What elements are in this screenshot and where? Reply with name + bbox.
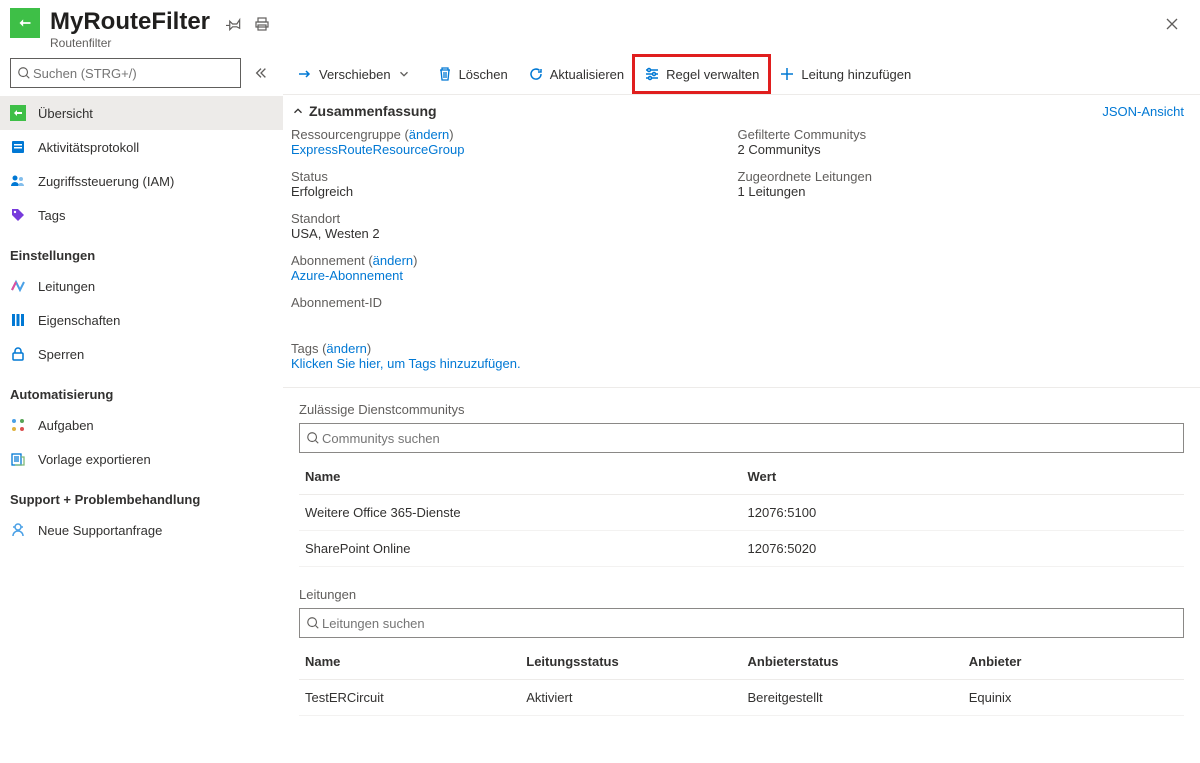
sidebar-item-label: Leitungen	[38, 279, 95, 294]
tasks-icon	[10, 417, 26, 433]
properties-icon	[10, 312, 26, 328]
tags-icon	[10, 207, 26, 223]
associated-circuits-value: 1 Leitungen	[738, 184, 1185, 199]
summary-title: Zusammenfassung	[309, 103, 437, 119]
close-button[interactable]	[1160, 12, 1184, 36]
activity-log-icon	[10, 139, 26, 155]
lock-icon	[10, 346, 26, 362]
resource-type-icon	[10, 8, 40, 38]
circuits-table: Name Leitungsstatus Anbieterstatus Anbie…	[299, 644, 1184, 716]
col-provider[interactable]: Anbieter	[963, 644, 1184, 680]
collapse-summary-button[interactable]	[291, 104, 305, 118]
support-icon	[10, 522, 26, 538]
table-row[interactable]: SharePoint Online12076:5020	[299, 531, 1184, 567]
sidebar-item-label: Aufgaben	[38, 418, 94, 433]
sidebar-item-label: Tags	[38, 208, 65, 223]
delete-icon	[437, 66, 453, 82]
sidebar: Übersicht Aktivitätsprotokoll Zugriffsst…	[0, 52, 283, 763]
change-subscription-link[interactable]: ändern	[373, 253, 413, 268]
sidebar-item-tasks[interactable]: Aufgaben	[0, 408, 283, 442]
sidebar-search[interactable]	[10, 58, 241, 88]
sidebar-item-label: Neue Supportanfrage	[38, 523, 162, 538]
overview-icon	[10, 105, 26, 121]
refresh-icon	[528, 66, 544, 82]
move-icon	[297, 66, 313, 82]
sidebar-item-label: Übersicht	[38, 106, 93, 121]
print-button[interactable]	[250, 12, 274, 36]
sidebar-item-label: Eigenschaften	[38, 313, 120, 328]
col-provider-status[interactable]: Anbieterstatus	[742, 644, 963, 680]
sidebar-item-label: Aktivitätsprotokoll	[38, 140, 139, 155]
sidebar-item-activity-log[interactable]: Aktivitätsprotokoll	[0, 130, 283, 164]
page-subtitle: Routenfilter	[50, 36, 210, 50]
sidebar-item-export-template[interactable]: Vorlage exportieren	[0, 442, 283, 476]
location-value: USA, Westen 2	[291, 226, 738, 241]
iam-icon	[10, 173, 26, 189]
communities-search[interactable]	[299, 423, 1184, 453]
sidebar-search-input[interactable]	[31, 60, 234, 86]
subscription-id-value	[291, 310, 738, 325]
add-circuit-button[interactable]: Leitung hinzufügen	[769, 56, 921, 92]
circuits-section-label: Leitungen	[299, 587, 1184, 602]
add-icon	[779, 66, 795, 82]
col-name[interactable]: Name	[299, 644, 520, 680]
chevron-down-icon	[397, 67, 411, 81]
refresh-button[interactable]: Aktualisieren	[518, 56, 634, 92]
col-name[interactable]: Name	[299, 459, 742, 495]
page-header: MyRouteFilter Routenfilter	[0, 0, 1200, 52]
sidebar-item-label: Vorlage exportieren	[38, 452, 151, 467]
export-template-icon	[10, 451, 26, 467]
change-tags-link[interactable]: ändern	[326, 341, 366, 356]
summary-panel: Zusammenfassung JSON-Ansicht Ressourceng…	[283, 95, 1200, 388]
sidebar-group-automation: Automatisierung	[0, 371, 283, 408]
page-title: MyRouteFilter	[50, 8, 210, 36]
move-button[interactable]: Verschieben	[287, 56, 427, 92]
sidebar-item-label: Sperren	[38, 347, 84, 362]
filtered-communities-value: 2 Communitys	[738, 142, 1185, 157]
sidebar-group-support: Support + Problembehandlung	[0, 476, 283, 513]
communities-search-input[interactable]	[320, 425, 1177, 451]
sidebar-item-label: Zugriffssteuerung (IAM)	[38, 174, 174, 189]
circuits-search-input[interactable]	[320, 610, 1177, 636]
table-row[interactable]: Weitere Office 365-Dienste12076:5100	[299, 495, 1184, 531]
add-tags-link[interactable]: Klicken Sie hier, um Tags hinzuzufügen.	[291, 356, 521, 371]
subscription-link[interactable]: Azure-Abonnement	[291, 268, 403, 283]
col-value[interactable]: Wert	[742, 459, 1185, 495]
circuits-icon	[10, 278, 26, 294]
delete-button[interactable]: Löschen	[427, 56, 518, 92]
status-value: Erfolgreich	[291, 184, 738, 199]
communities-table: Name Wert Weitere Office 365-Dienste1207…	[299, 459, 1184, 567]
col-circuit-status[interactable]: Leitungsstatus	[520, 644, 741, 680]
sidebar-item-locks[interactable]: Sperren	[0, 337, 283, 371]
circuits-search[interactable]	[299, 608, 1184, 638]
sidebar-item-tags[interactable]: Tags	[0, 198, 283, 232]
sidebar-item-circuits[interactable]: Leitungen	[0, 269, 283, 303]
sidebar-item-properties[interactable]: Eigenschaften	[0, 303, 283, 337]
resource-group-link[interactable]: ExpressRouteResourceGroup	[291, 142, 464, 157]
sidebar-item-iam[interactable]: Zugriffssteuerung (IAM)	[0, 164, 283, 198]
sidebar-item-overview[interactable]: Übersicht	[0, 96, 283, 130]
communities-section-label: Zulässige Dienstcommunitys	[299, 402, 1184, 417]
sidebar-group-settings: Einstellungen	[0, 232, 283, 269]
table-row[interactable]: TestERCircuit Aktiviert Bereitgestellt E…	[299, 680, 1184, 716]
manage-rule-icon	[644, 66, 660, 82]
sidebar-item-support-request[interactable]: Neue Supportanfrage	[0, 513, 283, 547]
command-bar: Verschieben Löschen Aktualisieren Regel …	[283, 54, 1200, 95]
manage-rule-button[interactable]: Regel verwalten	[634, 56, 769, 92]
json-view-link[interactable]: JSON-Ansicht	[1102, 104, 1184, 119]
change-resource-group-link[interactable]: ändern	[409, 127, 449, 142]
pin-button[interactable]	[222, 12, 246, 36]
collapse-sidebar-button[interactable]	[247, 66, 275, 80]
